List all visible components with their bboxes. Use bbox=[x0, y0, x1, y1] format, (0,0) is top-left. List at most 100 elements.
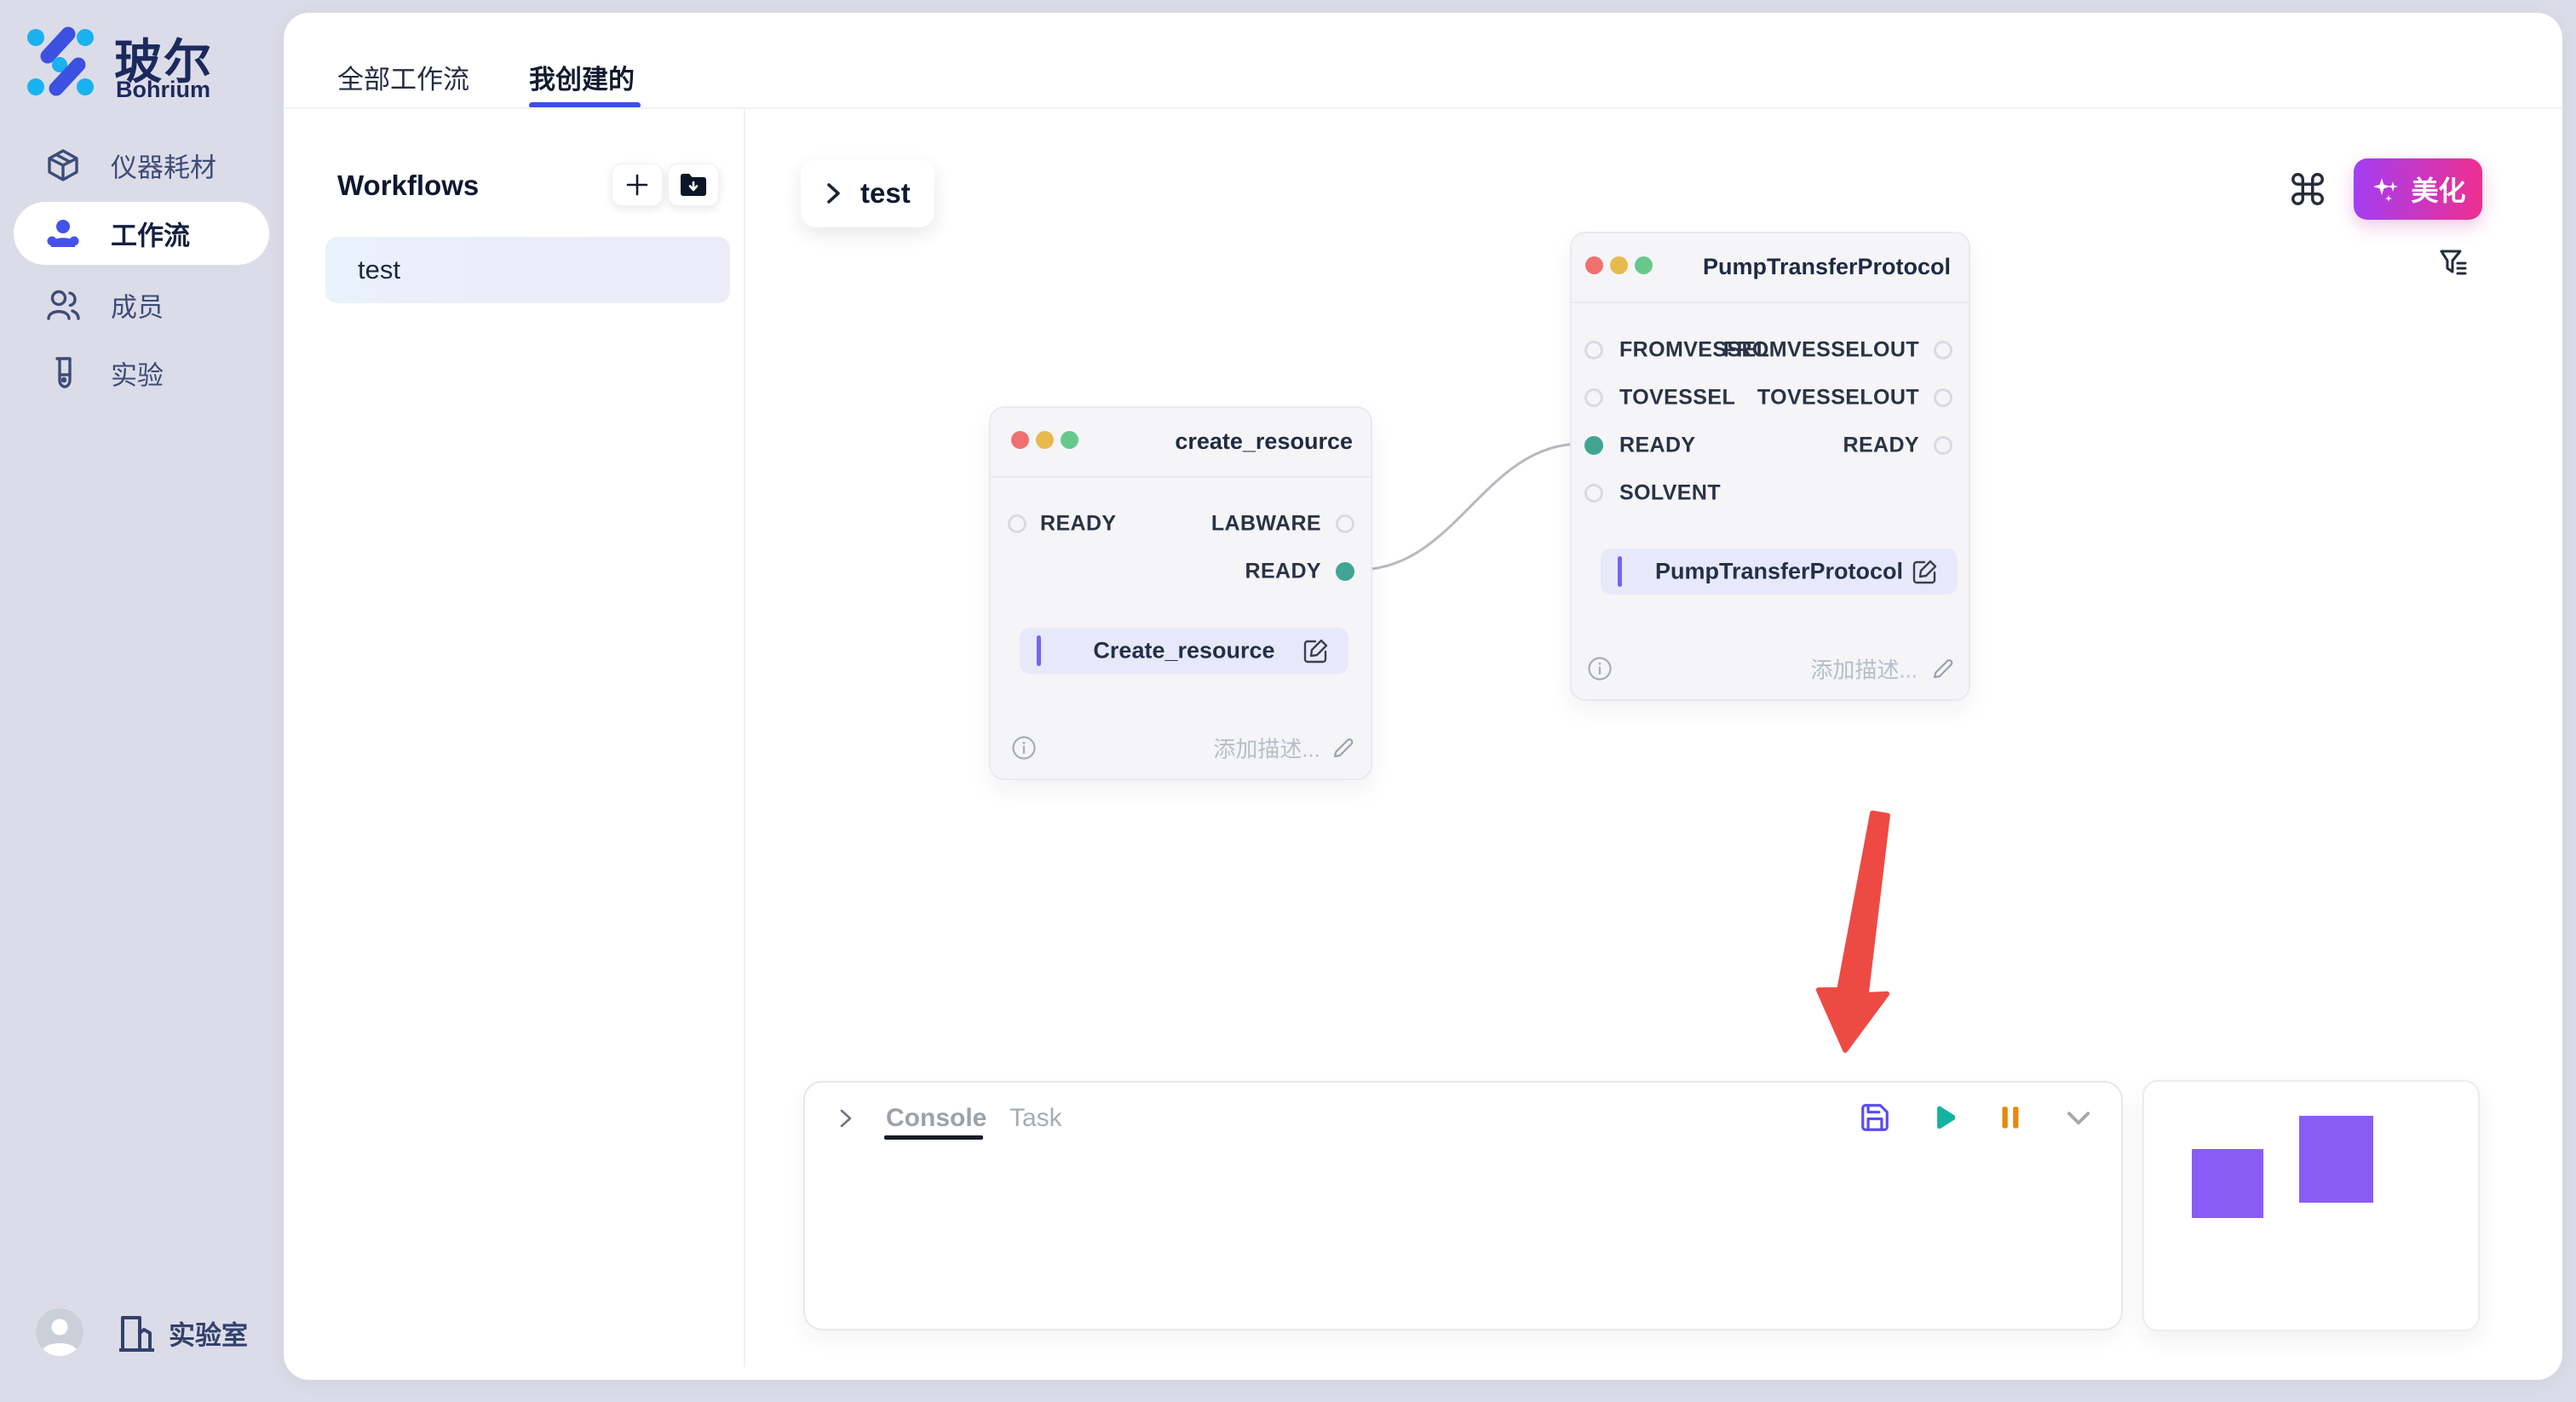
task-tab[interactable]: Task bbox=[1009, 1104, 1062, 1133]
port-handle-labware-out[interactable] bbox=[1336, 514, 1354, 533]
sidebar-item-workflows[interactable]: 工作流 bbox=[14, 202, 269, 265]
pencil-icon[interactable] bbox=[1331, 736, 1355, 760]
node-pump-transfer-protocol[interactable]: PumpTransferProtocol FROMVESSEL FROMVESS… bbox=[1570, 232, 1970, 701]
node-footer: 添加描述... bbox=[991, 733, 1371, 762]
traffic-light-yellow-icon bbox=[1610, 256, 1628, 274]
port-row: READY bbox=[991, 553, 1371, 590]
port-handle-solvent[interactable] bbox=[1584, 484, 1603, 503]
node-action-label: PumpTransferProtocol bbox=[1601, 559, 1958, 585]
node-action-label: Create_resource bbox=[1020, 638, 1348, 664]
avatar-placeholder-icon bbox=[36, 1308, 83, 1356]
tab-all-workflows[interactable]: 全部工作流 bbox=[337, 58, 469, 96]
info-icon[interactable] bbox=[1587, 656, 1613, 681]
port-label: READY bbox=[1619, 434, 1696, 458]
port-handle-tovesselout[interactable] bbox=[1934, 388, 1952, 407]
breadcrumb[interactable]: test bbox=[801, 159, 934, 227]
workflow-users-icon bbox=[44, 215, 82, 252]
building-icon bbox=[116, 1313, 158, 1355]
port-row: TOVESSEL TOVESSELOUT bbox=[1572, 379, 1969, 417]
console-panel: Console Task bbox=[803, 1081, 2123, 1330]
port-handle-tovessel[interactable] bbox=[1584, 388, 1603, 407]
brand-subtitle: Bohrium bbox=[116, 77, 210, 103]
port-label: SOLVENT bbox=[1619, 481, 1721, 506]
console-expand-chevron-icon[interactable] bbox=[833, 1106, 857, 1130]
sidebar-item-label: 实验 bbox=[111, 354, 164, 393]
tab-created-by-me[interactable]: 我创建的 bbox=[529, 58, 635, 96]
sidebar-item-label: 成员 bbox=[111, 286, 164, 325]
plus-icon bbox=[624, 172, 650, 198]
port-label: TOVESSELOUT bbox=[1757, 386, 1919, 411]
port-handle-ready-out[interactable] bbox=[1934, 436, 1952, 455]
node-action-create-resource[interactable]: Create_resource bbox=[1020, 628, 1348, 674]
add-workflow-button[interactable] bbox=[612, 164, 663, 206]
breadcrumb-label: test bbox=[860, 177, 911, 210]
workflows-panel-title: Workflows bbox=[337, 170, 479, 202]
node-title: create_resource bbox=[1175, 428, 1353, 455]
node-title: PumpTransferProtocol bbox=[1703, 254, 1951, 280]
sparkles-icon bbox=[2370, 173, 2402, 205]
port-handle-ready-out[interactable] bbox=[1336, 562, 1354, 581]
port-row: FROMVESSEL FROMVESSELOUT bbox=[1572, 331, 1969, 369]
minimap-node-create-resource bbox=[2192, 1149, 2263, 1218]
save-icon[interactable] bbox=[1859, 1101, 1891, 1134]
layout-command-button[interactable] bbox=[2288, 170, 2327, 209]
port-label: LABWARE bbox=[1211, 512, 1321, 537]
console-tab[interactable]: Console bbox=[886, 1104, 986, 1133]
node-header: create_resource bbox=[991, 408, 1371, 478]
minimap[interactable] bbox=[2142, 1080, 2480, 1331]
description-placeholder[interactable]: 添加描述... bbox=[1810, 653, 1918, 685]
port-handle-ready-in[interactable] bbox=[1584, 436, 1603, 455]
description-placeholder[interactable]: 添加描述... bbox=[1213, 733, 1320, 764]
folder-download-icon bbox=[679, 172, 708, 198]
minimap-node-pump-transfer bbox=[2299, 1116, 2373, 1203]
port-row: SOLVENT bbox=[1572, 474, 1969, 512]
traffic-light-red-icon bbox=[1585, 256, 1603, 274]
pencil-icon[interactable] bbox=[1931, 657, 1955, 681]
port-row: READY LABWARE bbox=[991, 505, 1371, 543]
chevron-right-icon bbox=[819, 180, 847, 207]
port-row: READY READY bbox=[1572, 427, 1969, 464]
edit-icon[interactable] bbox=[1912, 558, 1939, 585]
beautify-label: 美化 bbox=[2411, 170, 2465, 209]
port-handle-ready-in[interactable] bbox=[1008, 514, 1026, 533]
tabbar-divider bbox=[285, 107, 2562, 109]
chevron-down-icon[interactable] bbox=[2062, 1101, 2095, 1134]
beautify-button[interactable]: 美化 bbox=[2354, 158, 2482, 220]
pause-icon[interactable] bbox=[1994, 1101, 2027, 1134]
filter-icon bbox=[2436, 244, 2472, 280]
console-tab-underline bbox=[884, 1135, 983, 1140]
workflow-name: test bbox=[358, 255, 400, 285]
import-folder-button[interactable] bbox=[668, 164, 719, 206]
lab-label: 实验室 bbox=[169, 1314, 248, 1353]
traffic-light-red-icon bbox=[1011, 431, 1029, 449]
sidebar: 玻尔 Bohrium 仪器耗材 工作流 bbox=[0, 0, 284, 1402]
port-handle-fromvesselout[interactable] bbox=[1934, 341, 1952, 359]
node-create-resource[interactable]: create_resource READY LABWARE READY Crea… bbox=[989, 406, 1372, 780]
filter-button[interactable] bbox=[2436, 244, 2472, 280]
port-label: READY bbox=[1843, 434, 1919, 458]
info-icon[interactable] bbox=[1011, 735, 1037, 761]
members-icon bbox=[44, 286, 82, 324]
sidebar-item-members[interactable]: 成员 bbox=[14, 274, 269, 336]
port-label: READY bbox=[1245, 560, 1321, 584]
sidebar-item-label: 工作流 bbox=[111, 215, 190, 253]
traffic-light-green-icon bbox=[1061, 431, 1078, 449]
port-label: TOVESSEL bbox=[1619, 386, 1735, 411]
port-handle-fromvessel[interactable] bbox=[1584, 341, 1603, 359]
user-avatar[interactable] bbox=[36, 1308, 83, 1356]
node-footer: 添加描述... bbox=[1572, 654, 1969, 683]
node-header: PumpTransferProtocol bbox=[1572, 233, 1969, 303]
traffic-light-yellow-icon bbox=[1036, 431, 1054, 449]
sidebar-item-experiments[interactable]: 实验 bbox=[14, 342, 269, 404]
package-icon bbox=[44, 147, 82, 184]
play-icon[interactable] bbox=[1928, 1101, 1960, 1134]
sidebar-item-instruments[interactable]: 仪器耗材 bbox=[14, 135, 269, 196]
node-action-pump-transfer[interactable]: PumpTransferProtocol bbox=[1601, 549, 1958, 595]
sidebar-item-label: 仪器耗材 bbox=[111, 147, 216, 185]
bohrium-logo-icon bbox=[26, 26, 97, 97]
traffic-light-green-icon bbox=[1635, 256, 1653, 274]
panel-divider bbox=[744, 109, 745, 1367]
port-label: FROMVESSELOUT bbox=[1723, 338, 1919, 363]
edit-icon[interactable] bbox=[1302, 637, 1330, 664]
workflow-list-item-test[interactable]: test bbox=[325, 237, 730, 303]
